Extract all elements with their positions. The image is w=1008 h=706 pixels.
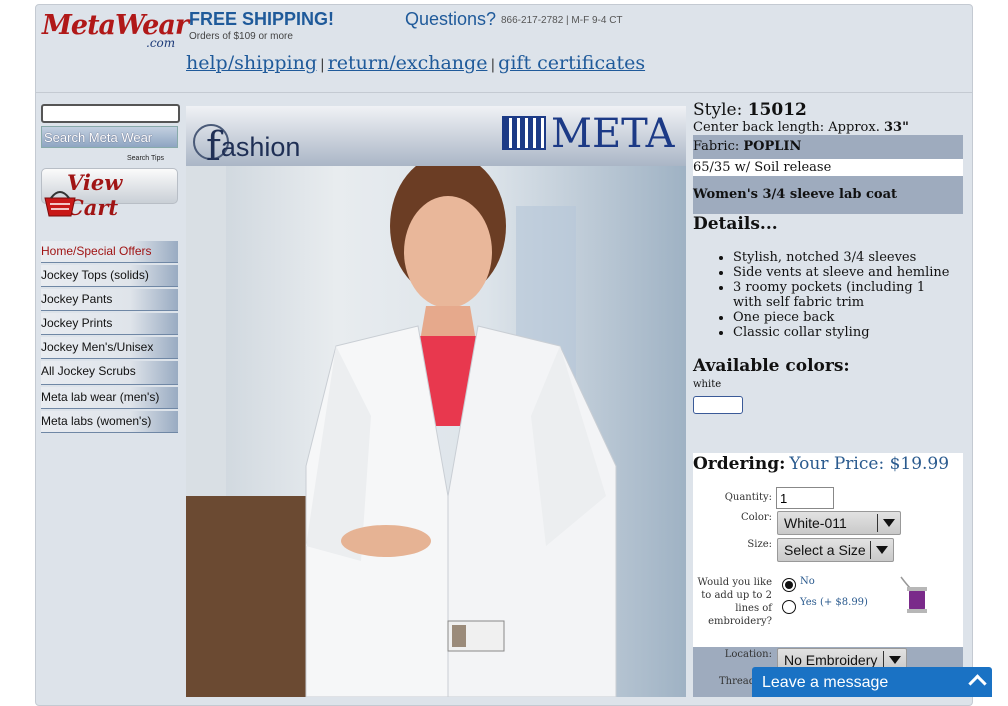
ordering-label: Ordering: [693, 454, 786, 474]
free-shipping-title: FREE SHIPPING! [189, 9, 335, 29]
sidebar-item-meta-lab-mens[interactable]: Meta lab wear (men's) [41, 387, 178, 409]
logo-com-text: .com [146, 36, 176, 50]
model-photo [186, 154, 686, 697]
nav-gift-certificates[interactable]: gift certificates [498, 52, 645, 74]
fashion-text: ashion [220, 132, 301, 162]
embroidery-no-label[interactable]: No [800, 576, 815, 587]
embroidery-label: Would you like to add up to 2 lines of e… [697, 577, 772, 627]
metawear-logo[interactable]: MetaWear .com [42, 10, 189, 52]
fabric-value: POPLIN [743, 139, 802, 154]
color-swatch-white[interactable] [693, 396, 743, 414]
sidebar-item-jockey-pants[interactable]: Jockey Pants [41, 289, 178, 311]
style-number: Style: 15012 [693, 100, 807, 120]
size-select-value: Select a Size [784, 542, 866, 558]
sidebar-item-meta-labs-womens[interactable]: Meta labs (women's) [41, 411, 178, 433]
thread-spool-icon [900, 576, 927, 613]
leave-message-chat-button[interactable]: Leave a message [752, 667, 992, 697]
view-cart-button[interactable]: View Cart [41, 168, 178, 220]
details-item: Classic collar styling [733, 325, 958, 340]
available-colors-heading: Available colors: [693, 356, 850, 376]
details-heading: Details... [693, 214, 778, 234]
sidebar-item-jockey-mens[interactable]: Jockey Men's/Unisex [41, 337, 178, 359]
size-select[interactable]: Select a Size [777, 538, 894, 562]
nav-separator: | [490, 57, 496, 73]
embroidery-yes-label[interactable]: Yes (+ $8.99) [800, 597, 868, 608]
shopping-basket-icon [44, 191, 76, 217]
size-label: Size: [747, 539, 772, 550]
color-name-white: white [693, 379, 722, 390]
nav-separator: | [320, 57, 325, 73]
nav-help-shipping[interactable]: help/shipping [186, 52, 317, 74]
chevron-down-icon [877, 514, 900, 532]
meta-brand-logo: META [551, 111, 675, 157]
header-divider [36, 92, 972, 93]
style-label: Style: [693, 100, 743, 120]
free-shipping-subtitle: Orders of $109 or more [189, 31, 293, 42]
embroidery-yes-radio[interactable] [782, 600, 796, 614]
nav-return-exchange[interactable]: return/exchange [328, 52, 488, 74]
details-item: One piece back [733, 310, 958, 325]
product-hero-image: fashion META [186, 106, 686, 697]
search-input[interactable] [41, 104, 180, 123]
chevron-up-icon [968, 674, 987, 693]
search-button[interactable]: Search Meta Wear [41, 126, 178, 148]
sidebar-item-jockey-prints[interactable]: Jockey Prints [41, 313, 178, 335]
chevron-down-icon [870, 541, 893, 559]
color-label: Color: [740, 512, 772, 523]
ordering-heading: Ordering: Your Price: $19.99 [693, 454, 949, 474]
sidebar-nav: Home/Special Offers Jockey Tops (solids)… [41, 241, 178, 435]
chat-label: Leave a message [762, 674, 889, 691]
details-item: Side vents at sleeve and hemline [733, 265, 958, 280]
sidebar-item-home[interactable]: Home/Special Offers [41, 241, 178, 263]
cbl-label: Center back length: Approx. [693, 120, 880, 135]
center-back-length: Center back length: Approx. 33" [693, 120, 909, 135]
sidebar-item-all-jockey-scrubs[interactable]: All Jockey Scrubs [41, 361, 178, 385]
quantity-input[interactable] [776, 487, 834, 509]
quantity-label: Quantity: [724, 492, 772, 503]
lab-coat-model-illustration [186, 154, 617, 697]
embroidery-no-radio[interactable] [782, 578, 796, 592]
fabric-label: Fabric: [693, 139, 740, 154]
view-cart-label: View Cart [67, 170, 123, 220]
color-select[interactable]: White-011 [777, 511, 901, 535]
fashion-wordmark: fashion [206, 120, 301, 170]
price-text: Your Price: $19.99 [789, 454, 950, 474]
sidebar-item-jockey-tops[interactable]: Jockey Tops (solids) [41, 265, 178, 287]
meta-grid-icon [502, 116, 546, 150]
details-item: 3 roomy pockets (including 1 with self f… [733, 280, 958, 310]
style-value: 15012 [747, 100, 807, 120]
location-label: Location: [724, 649, 772, 660]
color-select-value: White-011 [784, 515, 847, 531]
questions-phone: 866-217-2782 | M-F 9-4 CT [501, 15, 623, 26]
details-item: Stylish, notched 3/4 sleeves [733, 250, 958, 265]
fashion-f: f [206, 124, 221, 170]
details-list: Stylish, notched 3/4 sleeves Side vents … [733, 250, 958, 340]
top-nav: help/shipping | return/exchange | gift certi… [186, 52, 645, 74]
location-select-value: No Embroidery [784, 652, 878, 668]
search-tips-link[interactable]: Search Tips [127, 155, 164, 162]
questions-title: Questions? [405, 9, 497, 29]
cbl-value: 33" [883, 120, 909, 135]
fabric-blend: 65/35 w/ Soil release [693, 159, 963, 176]
fabric-row: Fabric: POPLIN [693, 135, 963, 159]
product-name: Women's 3/4 sleeve lab coat [693, 176, 963, 214]
